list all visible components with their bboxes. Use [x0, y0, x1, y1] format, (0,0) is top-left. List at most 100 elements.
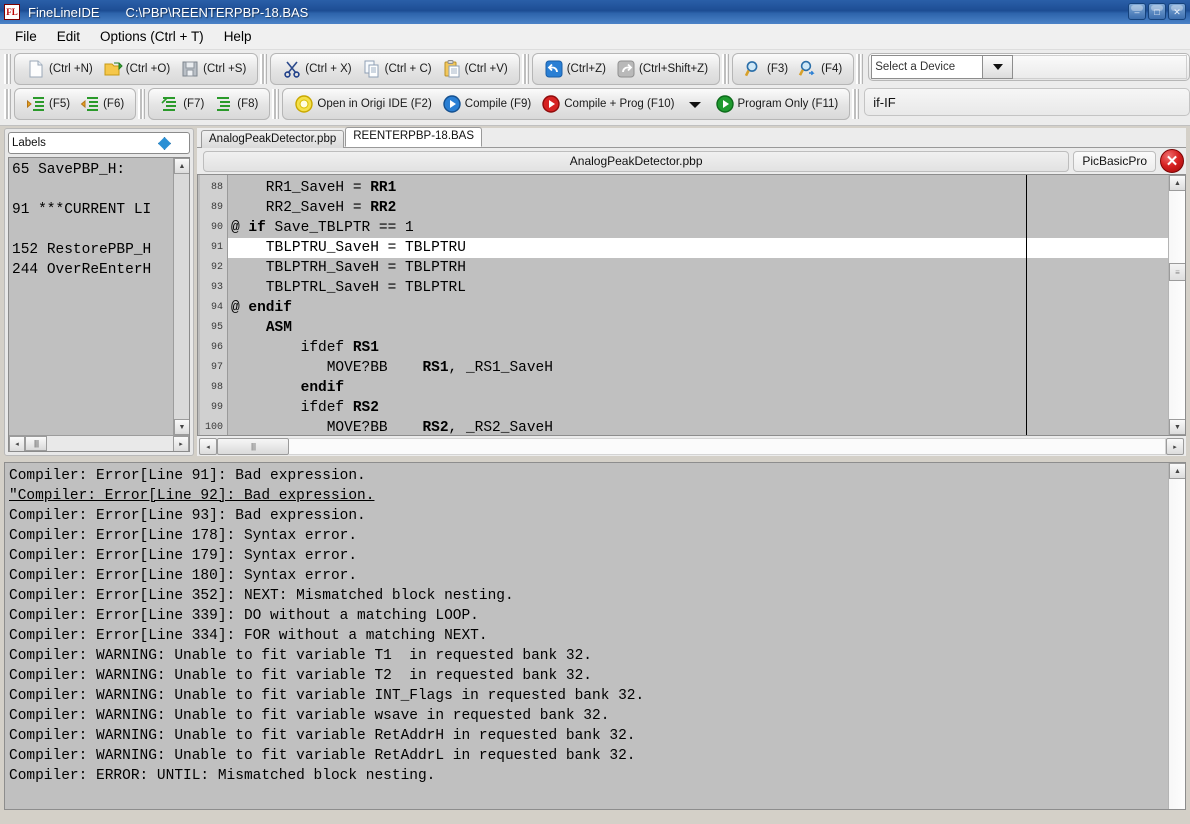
scroll-up-icon[interactable]: ▲ — [1169, 463, 1186, 479]
menu-item-help[interactable]: Help — [215, 26, 261, 47]
code-editor[interactable]: 88 89 90 91 92 93 94 95 96 97 98 99 100 … — [197, 174, 1186, 436]
scrollbar-track[interactable] — [289, 438, 1166, 455]
cut-button[interactable]: (Ctrl + X) — [277, 56, 356, 82]
compiler-output-panel[interactable]: Compiler: Error[Line 91]: Bad expression… — [4, 462, 1186, 810]
scroll-down-icon[interactable]: ▼ — [1169, 419, 1186, 435]
compiler-output-line[interactable]: Compiler: Error[Line 334]: FOR without a… — [9, 626, 1168, 646]
compiler-output-line[interactable]: Compiler: Error[Line 93]: Bad expression… — [9, 506, 1168, 526]
labels-horizontal-scrollbar[interactable]: ◂ |||| ▸ — [9, 435, 189, 451]
maximize-icon[interactable]: □ — [1148, 3, 1166, 20]
close-icon[interactable]: ✕ — [1168, 3, 1186, 20]
compiler-output-line[interactable]: Compiler: WARNING: Unable to fit variabl… — [9, 706, 1168, 726]
compiler-output-line[interactable]: Compiler: WARNING: Unable to fit variabl… — [9, 686, 1168, 706]
minimize-icon[interactable]: – — [1128, 3, 1146, 20]
compiler-output-line[interactable]: Compiler: WARNING: Unable to fit variabl… — [9, 646, 1168, 666]
device-select-input[interactable] — [871, 55, 983, 79]
scroll-up-icon[interactable]: ▲ — [1169, 175, 1186, 191]
code-line[interactable]: TBLPTRU_SaveH = TBLPTRU — [228, 238, 1168, 258]
labels-view-combo[interactable]: Labels — [8, 132, 190, 154]
comment-button[interactable]: (F7) — [155, 91, 209, 117]
code-vertical-scrollbar[interactable]: ▲ ≡ ▼ — [1168, 175, 1185, 435]
chevron-down-icon[interactable] — [158, 137, 171, 150]
code-lines[interactable]: RR1_SaveH = RR1 RR2_SaveH = RR2@ if Save… — [228, 175, 1168, 435]
labels-vertical-scrollbar[interactable]: ▲ ▼ — [173, 158, 189, 435]
menu-item-edit[interactable]: Edit — [48, 26, 89, 47]
code-horizontal-scrollbar[interactable]: ◂ |||| ▸ — [197, 436, 1186, 456]
find-button[interactable]: (F3) — [739, 56, 793, 82]
list-item[interactable]: 65 SavePBP_H: — [12, 160, 173, 180]
device-dropdown-arrow-icon[interactable] — [983, 55, 1013, 79]
open-file-button[interactable]: (Ctrl +O) — [98, 56, 175, 82]
toolbar-grip[interactable] — [852, 89, 859, 119]
scroll-left-icon[interactable]: ◂ — [9, 436, 25, 452]
compiler-output-line[interactable]: Compiler: Error[Line 180]: Syntax error. — [9, 566, 1168, 586]
code-line[interactable]: @ endif — [228, 298, 1168, 318]
scroll-right-icon[interactable]: ▸ — [1166, 438, 1184, 455]
uncomment-button[interactable]: (F8) — [209, 91, 263, 117]
compiler-output-line[interactable]: Compiler: WARNING: Unable to fit variabl… — [9, 726, 1168, 746]
code-line[interactable]: RR2_SaveH = RR2 — [228, 198, 1168, 218]
code-line[interactable]: ifdef RS2 — [228, 398, 1168, 418]
compile-button[interactable]: Compile (F9) — [437, 91, 536, 117]
indent-right-button[interactable]: (F5) — [21, 91, 75, 117]
undo-button[interactable]: (Ctrl+Z) — [539, 56, 611, 82]
program-only-button[interactable]: Program Only (F11) — [710, 91, 844, 117]
compiler-output-lines[interactable]: Compiler: Error[Line 91]: Bad expression… — [5, 463, 1168, 809]
toolbar-grip[interactable] — [722, 54, 729, 84]
scroll-down-icon[interactable]: ▼ — [174, 419, 190, 435]
toolbar-grip[interactable] — [522, 54, 529, 84]
code-scroll-viewport[interactable]: RR1_SaveH = RR1 RR2_SaveH = RR2@ if Save… — [228, 175, 1168, 435]
save-file-button[interactable]: (Ctrl +S) — [175, 56, 251, 82]
code-line[interactable]: @ if Save_TBLPTR == 1 — [228, 218, 1168, 238]
language-button[interactable]: PicBasicPro — [1073, 151, 1156, 172]
toolbar-grip[interactable] — [138, 89, 145, 119]
open-in-original-ide-button[interactable]: Open in Origi IDE (F2) — [289, 91, 436, 117]
compiler-output-line[interactable]: Compiler: Error[Line 91]: Bad expression… — [9, 466, 1168, 486]
scroll-right-icon[interactable]: ▸ — [173, 436, 189, 452]
menu-item-file[interactable]: File — [6, 26, 46, 47]
build-options-dropdown[interactable] — [680, 91, 710, 117]
toolbar-grip[interactable] — [4, 54, 11, 84]
toolbar-grip[interactable] — [272, 89, 279, 119]
code-line[interactable]: ifdef RS1 — [228, 338, 1168, 358]
compiler-output-line[interactable]: Compiler: Error[Line 339]: DO without a … — [9, 606, 1168, 626]
list-item[interactable]: 244 OverReEnterH — [12, 260, 173, 280]
code-line[interactable]: MOVE?BB RS2, _RS2_SaveH — [228, 418, 1168, 435]
output-vertical-scrollbar[interactable]: ▲ — [1168, 463, 1185, 809]
toolbar-grip[interactable] — [4, 89, 11, 119]
code-line[interactable]: endif — [228, 378, 1168, 398]
scroll-up-icon[interactable]: ▲ — [174, 158, 190, 174]
compiler-output-line[interactable]: Compiler: Error[Line 179]: Syntax error. — [9, 546, 1168, 566]
close-tab-icon[interactable]: ✕ — [1160, 149, 1184, 173]
find-text-field[interactable]: if-IF — [864, 88, 1190, 116]
paste-button[interactable]: (Ctrl +V) — [437, 56, 513, 82]
scrollbar-thumb[interactable]: |||| — [25, 436, 47, 451]
compiler-output-line[interactable]: Compiler: Error[Line 352]: NEXT: Mismatc… — [9, 586, 1168, 606]
menu-item-options[interactable]: Options (Ctrl + T) — [91, 26, 213, 47]
compiler-output-line[interactable]: Compiler: WARNING: Unable to fit variabl… — [9, 746, 1168, 766]
tab-reenterpbp[interactable]: REENTERPBP-18.BAS — [345, 127, 482, 147]
new-file-button[interactable]: (Ctrl +N) — [21, 56, 98, 82]
indent-left-button[interactable]: (F6) — [75, 91, 129, 117]
code-line[interactable]: MOVE?BB RS1, _RS1_SaveH — [228, 358, 1168, 378]
scrollbar-track[interactable] — [47, 436, 173, 451]
list-item[interactable]: 91 ***CURRENT LI — [12, 200, 173, 220]
scroll-left-icon[interactable]: ◂ — [199, 438, 217, 455]
labels-listbox[interactable]: 65 SavePBP_H: 91 ***CURRENT LI 152 Resto… — [8, 157, 190, 452]
current-file-display[interactable]: AnalogPeakDetector.pbp — [203, 151, 1069, 172]
scrollbar-thumb[interactable]: ≡ — [1169, 263, 1186, 281]
code-line[interactable]: RR1_SaveH = RR1 — [228, 178, 1168, 198]
list-item[interactable]: 152 RestorePBP_H — [12, 240, 173, 260]
redo-button[interactable]: (Ctrl+Shift+Z) — [611, 56, 713, 82]
code-line[interactable]: ASM — [228, 318, 1168, 338]
compiler-output-line-selected[interactable]: "Compiler: Error[Line 92]: Bad expressio… — [9, 486, 1168, 506]
code-line[interactable]: TBLPTRL_SaveH = TBLPTRL — [228, 278, 1168, 298]
find-next-button[interactable]: (F4) — [793, 56, 847, 82]
compiler-output-line[interactable]: Compiler: ERROR: UNTIL: Mismatched block… — [9, 766, 1168, 786]
copy-button[interactable]: (Ctrl + C) — [357, 56, 437, 82]
compiler-output-line[interactable]: Compiler: WARNING: Unable to fit variabl… — [9, 666, 1168, 686]
code-line[interactable]: TBLPTRH_SaveH = TBLPTRH — [228, 258, 1168, 278]
toolbar-grip[interactable] — [856, 54, 863, 84]
compiler-output-line[interactable]: Compiler: Error[Line 178]: Syntax error. — [9, 526, 1168, 546]
tab-analogpeakdetector[interactable]: AnalogPeakDetector.pbp — [201, 130, 344, 148]
